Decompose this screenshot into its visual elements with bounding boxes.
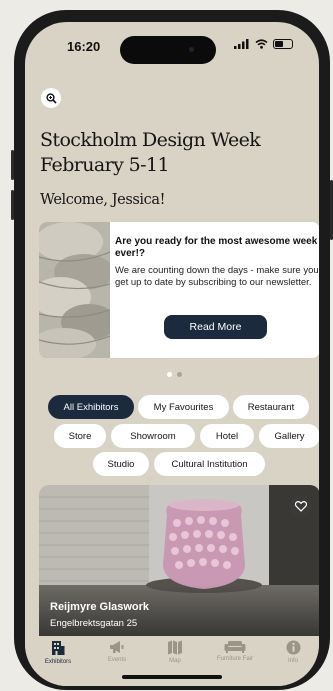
tab-label-info: Info: [287, 658, 298, 664]
filter-studio[interactable]: Studio: [93, 452, 149, 476]
wifi-icon: [255, 39, 268, 49]
filter-restaurant[interactable]: Restaurant: [233, 395, 309, 419]
zoom-in-icon: [45, 92, 57, 104]
tab-map[interactable]: Map: [147, 640, 203, 664]
tab-label-furniture-fair: Furniture Fair: [216, 656, 253, 662]
page-title: Stockholm Design Week February 5-11: [40, 128, 261, 178]
exhibitor-name: Reijmyre Glaswork: [50, 601, 150, 613]
promo-heading: Are you ready for the most awesome week …: [115, 236, 318, 259]
event-dates: February 5-11: [40, 154, 170, 176]
dynamic-island: [120, 36, 216, 64]
building-icon: [52, 641, 65, 655]
exhibitor-card[interactable]: Reijmyre Glaswork Engelbrektsgatan 25: [39, 485, 319, 643]
tab-label-events: Events: [107, 657, 127, 663]
filter-my-favourites[interactable]: My Favourites: [138, 395, 229, 419]
tab-events[interactable]: Events: [89, 640, 145, 663]
app-screen: 16:20 Stockholm Design Week February 5-1…: [25, 22, 319, 686]
info-icon: [286, 640, 300, 655]
status-time: 16:20: [67, 39, 101, 54]
filter-cultural-institution[interactable]: Cultural Institution: [154, 452, 265, 476]
event-name: Stockholm Design Week: [40, 129, 261, 151]
welcome-message: Welcome, Jessica!: [40, 192, 166, 208]
zoom-button[interactable]: [41, 88, 61, 108]
favourite-button[interactable]: [290, 495, 312, 517]
carousel-pagination: [167, 372, 182, 377]
home-indicator: [122, 675, 222, 679]
status-icons: [234, 39, 293, 49]
volume-down-button: [11, 190, 14, 220]
exhibitor-address: Engelbrektsgatan 25: [50, 618, 138, 629]
knitted-fabric-image: [39, 222, 110, 358]
filter-showroom[interactable]: Showroom: [111, 424, 195, 448]
pagination-dot-1[interactable]: [167, 372, 172, 377]
promo-text: Are you ready for the most awesome week …: [115, 236, 319, 288]
tab-info[interactable]: Info: [265, 640, 319, 664]
battery-icon: [273, 39, 293, 49]
newsletter-promo-card: Are you ready for the most awesome week …: [39, 222, 319, 358]
phone-frame: 16:20 Stockholm Design Week February 5-1…: [11, 10, 333, 690]
filter-store[interactable]: Store: [54, 424, 106, 448]
megaphone-icon: [110, 641, 124, 653]
filter-gallery[interactable]: Gallery: [259, 424, 319, 448]
map-icon: [168, 640, 182, 655]
filter-hotel[interactable]: Hotel: [200, 424, 254, 448]
volume-up-button: [11, 150, 14, 180]
tab-label-map: Map: [169, 658, 181, 664]
status-bar: 16:20: [25, 22, 319, 70]
tab-exhibitors[interactable]: Exhibitors: [30, 640, 86, 665]
promo-body: We are counting down the days - make sur…: [115, 265, 319, 288]
tab-furniture-fair[interactable]: Furniture Fair: [207, 640, 263, 662]
pagination-dot-2[interactable]: [177, 372, 182, 377]
heart-icon: [295, 500, 307, 512]
signal-icon: [234, 39, 249, 49]
sofa-icon: [224, 641, 246, 653]
filter-all-exhibitors[interactable]: All Exhibitors: [48, 395, 134, 419]
read-more-button[interactable]: Read More: [164, 315, 267, 339]
tab-label-exhibitors: Exhibitors: [44, 659, 72, 665]
